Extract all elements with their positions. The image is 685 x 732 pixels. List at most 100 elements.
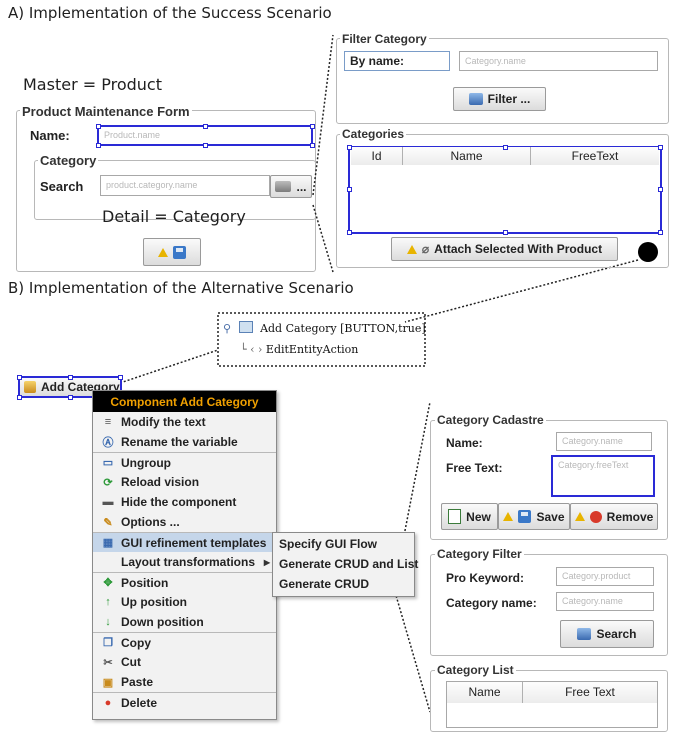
paperclip-icon: ⌀: [421, 242, 430, 256]
tree-root-label: Add Category [BUTTON,true]: [260, 322, 426, 335]
menu-item-label: GUI refinement templates: [121, 535, 267, 550]
save-button[interactable]: Save: [498, 503, 570, 530]
menu-item-copy[interactable]: ❐ Copy: [93, 632, 276, 652]
tree-branch-icon: └ ‹ ›: [240, 343, 263, 356]
filter-category-title: Filter Category: [340, 32, 429, 46]
copy-icon: ❐: [103, 637, 113, 649]
remove-button-label: Remove: [606, 509, 654, 524]
expand-icon: ⚲: [223, 322, 232, 335]
filter-button[interactable]: Filter ...: [453, 87, 546, 111]
text-icon: ≡: [104, 416, 112, 428]
rename-icon: Ⓐ: [102, 437, 114, 449]
menu-item-ungroup[interactable]: ▭ Ungroup: [93, 452, 276, 472]
up-icon: ↑: [105, 596, 111, 608]
column-header-name[interactable]: Name: [403, 147, 531, 165]
templates-icon: ▦: [102, 537, 114, 549]
menu-item-down-position[interactable]: ↓ Down position: [93, 612, 276, 632]
paste-icon: ▣: [102, 676, 114, 689]
menu-item-label: Cut: [121, 655, 141, 669]
warning-icon: [406, 244, 417, 254]
menu-item-label: Hide the component: [121, 495, 237, 509]
menu-item-label: Paste: [121, 675, 154, 689]
menu-item-reload-vision[interactable]: ⟳ Reload vision: [93, 472, 276, 492]
options-icon: ✎: [103, 516, 113, 529]
menu-item-delete[interactable]: ● Delete: [93, 692, 276, 712]
category-name-label: Category name:: [446, 596, 537, 610]
hide-icon: ▬: [102, 496, 114, 508]
attach-button-label: Attach Selected With Product: [434, 242, 603, 256]
menu-item-label: Rename the variable: [121, 435, 238, 449]
submenu-specify-gui-flow[interactable]: Specify GUI Flow: [273, 534, 414, 554]
filter-button-label: Filter ...: [487, 92, 531, 106]
warning-icon: [503, 512, 514, 521]
tree-child-label: EditEntityAction: [265, 343, 359, 356]
attach-selected-button[interactable]: ⌀ Attach Selected With Product: [391, 237, 618, 261]
column-header-id[interactable]: Id: [351, 147, 403, 165]
category-cadastre-title: Category Cadastre: [435, 413, 546, 427]
cadastre-name-label: Name:: [446, 436, 483, 450]
filter-name-field[interactable]: Category.name: [459, 51, 658, 71]
categories-table[interactable]: Id Name FreeText: [348, 146, 662, 234]
delete-icon: ●: [104, 696, 112, 709]
column-header-freetext[interactable]: FreeText: [531, 147, 659, 165]
save-button-label: Save: [536, 509, 565, 524]
menu-item-up-position[interactable]: ↑ Up position: [93, 592, 276, 612]
menu-item-label: Ungroup: [121, 455, 171, 470]
warning-icon: [574, 512, 585, 521]
submenu-arrow-icon: ▶: [263, 557, 270, 567]
remove-icon: [589, 510, 602, 523]
menu-item-paste[interactable]: ▣ Paste: [93, 672, 276, 692]
tree-child-node[interactable]: └ ‹ › EditEntityAction: [240, 343, 358, 356]
category-filter-title: Category Filter: [435, 547, 524, 561]
cadastre-freetext-field[interactable]: Category.freeText: [551, 455, 655, 497]
cadastre-name-field[interactable]: Category.name: [556, 432, 652, 451]
menu-item-cut[interactable]: ✂ Cut: [93, 652, 276, 672]
tree-root-node[interactable]: ⚲ Add Category [BUTTON,true]: [223, 321, 426, 335]
new-icon: [448, 509, 462, 524]
menu-item-label: Modify the text: [121, 415, 206, 429]
menu-item-options[interactable]: ✎ Options ...: [93, 512, 276, 532]
menu-item-label: Reload vision: [121, 475, 200, 489]
save-icon: [518, 510, 532, 523]
menu-item-gui-refinement-templates[interactable]: ▦GUI refinement templates▶: [93, 532, 279, 552]
submenu-generate-crud-list[interactable]: Generate CRUD and List: [273, 554, 418, 574]
menu-item-layout-transformations[interactable]: Layout transformations ▶: [93, 552, 276, 572]
menu-item-label: Copy: [121, 635, 151, 650]
filter-icon: [468, 93, 483, 105]
ungroup-icon: ▭: [102, 457, 114, 469]
category-name-field[interactable]: Category.name: [556, 592, 654, 611]
cut-icon: ✂: [103, 656, 113, 669]
new-button-label: New: [466, 509, 491, 524]
categories-title: Categories: [340, 127, 407, 141]
context-menu-header: Component Add Category: [93, 391, 276, 412]
menu-item-hide-the-component[interactable]: ▬ Hide the component: [93, 492, 276, 512]
position-icon: ✥: [103, 577, 113, 589]
down-icon: ↓: [105, 616, 111, 628]
submenu-generate-crud[interactable]: Generate CRUD: [273, 574, 414, 594]
menu-item-label: Down position: [121, 615, 204, 629]
menu-item-label: Delete: [121, 695, 158, 710]
remove-button[interactable]: Remove: [570, 503, 658, 530]
menu-item-label: Up position: [121, 595, 187, 609]
menu-item-modify-the-text[interactable]: ≡ Modify the text: [93, 412, 276, 432]
category-list-table[interactable]: Name Free Text: [446, 681, 658, 728]
search-icon: [577, 628, 592, 640]
menu-item-label: Layout transformations: [121, 555, 256, 569]
reload-icon: ⟳: [103, 476, 113, 489]
by-name-label: By name:: [344, 51, 450, 71]
menu-item-rename-the-variable[interactable]: Ⓐ Rename the variable: [93, 432, 276, 452]
category-list-title: Category List: [435, 663, 516, 677]
keyword-field[interactable]: Category.product: [556, 567, 654, 586]
list-column-name[interactable]: Name: [447, 682, 523, 703]
context-menu: Component Add Category ≡ Modify the text Ⓐ…: [92, 390, 279, 720]
list-column-freetext[interactable]: Free Text: [523, 682, 657, 703]
gui-refinement-submenu: Specify GUI Flow Generate CRUD and List …: [272, 532, 418, 597]
menu-item-label: Position: [121, 575, 169, 590]
search-button-label: Search: [596, 627, 637, 641]
button-node-icon: [238, 321, 253, 333]
new-button[interactable]: New: [441, 503, 498, 530]
search-button[interactable]: Search: [560, 620, 654, 648]
cadastre-freetext-label: Free Text:: [446, 461, 503, 475]
keyword-label: Pro Keyword:: [446, 571, 525, 585]
menu-item-position[interactable]: ✥ Position: [93, 572, 276, 592]
